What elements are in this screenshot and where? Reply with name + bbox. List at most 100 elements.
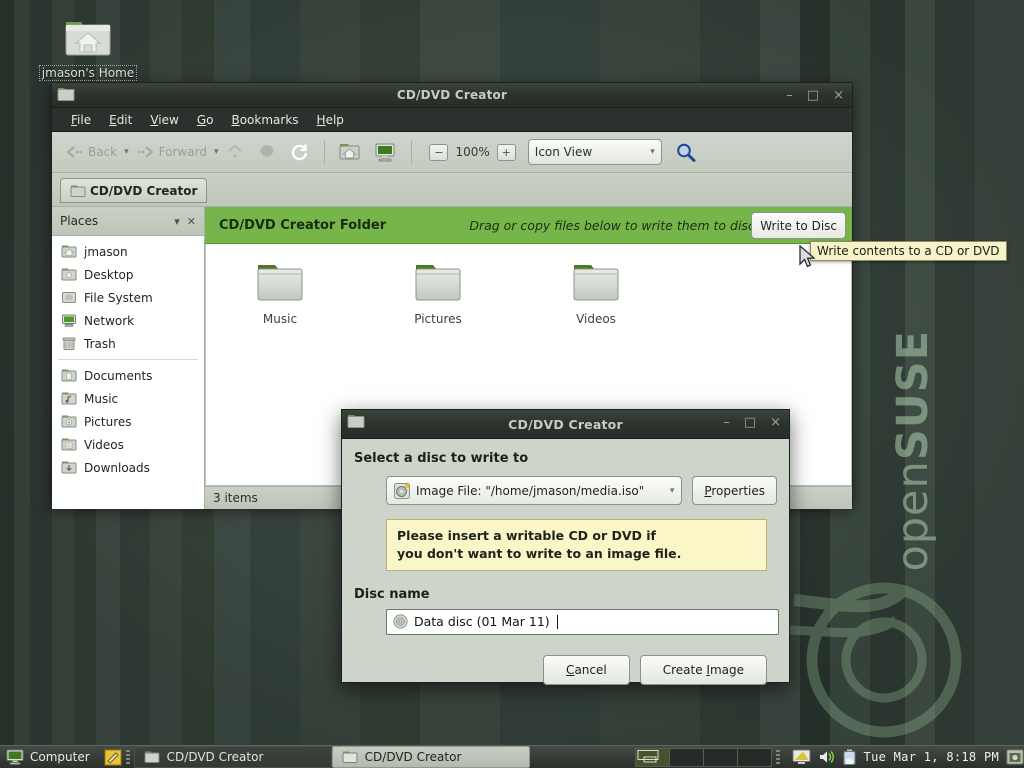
taskbar-clock[interactable]: Tue Mar 1, 8:18 PM — [864, 750, 999, 764]
text-editor-icon[interactable] — [104, 749, 122, 766]
workspace-pager[interactable] — [635, 748, 772, 767]
write-to-disc-button[interactable]: Write to Disc — [751, 212, 846, 239]
sidebar-item-label: Pictures — [84, 415, 132, 429]
folder-icon — [347, 413, 365, 429]
disc-select-value: Image File: "/home/jmason/media.iso" — [416, 484, 664, 498]
workspace-3[interactable] — [704, 749, 738, 766]
create-image-button[interactable]: Create Image — [640, 655, 767, 685]
view-mode-select[interactable]: Icon View ▾ — [528, 139, 662, 165]
taskbar-task-2[interactable]: CD/DVD Creator — [332, 746, 530, 768]
file-item-videos[interactable]: Videos — [550, 262, 642, 326]
sidebar-item-music[interactable]: Music — [52, 387, 204, 410]
wordmark-suse: SUSE — [888, 330, 938, 460]
menu-help[interactable]: Help — [308, 111, 353, 129]
reload-button[interactable] — [284, 139, 315, 166]
workspace-1[interactable] — [636, 749, 670, 766]
workspace-window-preview — [636, 749, 667, 764]
fm-menubar: File Edit View Go Bookmarks Help — [52, 108, 852, 132]
menu-file[interactable]: File — [62, 111, 100, 129]
workspace-4[interactable] — [738, 749, 771, 766]
music-folder-icon — [61, 391, 77, 406]
sidebar-item-videos[interactable]: Videos — [52, 433, 204, 456]
clipboard-icon[interactable] — [1006, 749, 1024, 765]
close-icon[interactable]: ✕ — [187, 215, 196, 228]
sidebar-item-label: Trash — [84, 337, 116, 351]
sidebar-divider — [58, 359, 198, 360]
back-button[interactable]: Back — [60, 141, 122, 163]
back-label: Back — [88, 145, 117, 159]
volume-icon[interactable] — [818, 749, 835, 765]
disc-name-heading: Disc name — [354, 587, 777, 602]
battery-icon[interactable] — [842, 749, 857, 766]
sidebar-item-jmason[interactable]: jmason — [52, 240, 204, 263]
disc-name-input[interactable]: Data disc (01 Mar 11) — [386, 609, 779, 635]
chevron-down-icon: ▾ — [670, 486, 675, 496]
folder-icon — [413, 262, 463, 304]
desktop-icon-home[interactable]: jmason's Home — [38, 14, 138, 81]
sidebar-item-desktop[interactable]: Desktop — [52, 263, 204, 286]
taskbar-task-label: CD/DVD Creator — [365, 750, 462, 764]
dialog-actions: Cancel Create Image — [354, 655, 767, 685]
desktop-folder-icon — [61, 267, 77, 282]
zoom-in-button[interactable]: + — [497, 144, 516, 161]
taskbar: Computer CD/DVD Creator CD/DVD Creator — [0, 745, 1024, 768]
videos-folder-icon — [61, 437, 77, 452]
tray-grip[interactable] — [776, 750, 780, 764]
menu-go[interactable]: Go — [188, 111, 223, 129]
toolbar-separator — [324, 140, 325, 164]
dialog-maximize-button[interactable]: □ — [744, 416, 756, 429]
documents-folder-icon — [61, 368, 77, 383]
sidebar-item-downloads[interactable]: Downloads — [52, 456, 204, 479]
minimize-button[interactable]: – — [786, 89, 793, 102]
workspace-2[interactable] — [670, 749, 704, 766]
sidebar-item-file-system[interactable]: File System — [52, 286, 204, 309]
file-item-pictures[interactable]: Pictures — [392, 262, 484, 326]
fm-titlebar[interactable]: CD/DVD Creator – □ × — [52, 83, 852, 108]
sidebar-item-pictures[interactable]: Pictures — [52, 410, 204, 433]
stop-button[interactable] — [252, 139, 282, 165]
menu-view[interactable]: View — [141, 111, 187, 129]
sidebar-item-documents[interactable]: Documents — [52, 364, 204, 387]
dialog-minimize-button[interactable]: – — [723, 416, 730, 429]
sidebar-header: Places ▾ ✕ — [52, 207, 204, 236]
zoom-control: − 100% + — [429, 144, 515, 161]
cancel-button[interactable]: Cancel — [543, 655, 630, 685]
disc-select[interactable]: Image File: "/home/jmason/media.iso" ▾ — [386, 476, 682, 505]
taskbar-task-1[interactable]: CD/DVD Creator — [134, 746, 332, 768]
home-button[interactable] — [334, 139, 366, 165]
forward-button[interactable]: Forward — [131, 141, 212, 163]
display-icon[interactable] — [792, 749, 811, 766]
sidebar-item-trash[interactable]: Trash — [52, 332, 204, 355]
home-folder-icon — [61, 244, 77, 259]
arrow-right-icon — [136, 144, 155, 160]
computer-button[interactable] — [368, 139, 402, 165]
folder-icon — [57, 86, 75, 102]
file-item-music[interactable]: Music — [234, 262, 326, 326]
properties-button[interactable]: Properties — [692, 476, 777, 505]
chevron-down-icon[interactable]: ▾ — [174, 215, 180, 228]
forward-chevron-down-icon[interactable]: ▾ — [214, 147, 219, 157]
zoom-out-button[interactable]: − — [429, 144, 448, 161]
dialog-close-button[interactable]: × — [770, 416, 781, 429]
dialog-window-controls: – □ × — [723, 410, 781, 434]
downloads-folder-icon — [61, 460, 77, 475]
maximize-button[interactable]: □ — [807, 89, 819, 102]
cd-dvd-creator-dialog: CD/DVD Creator – □ × Select a disc to wr… — [341, 409, 790, 683]
back-chevron-down-icon[interactable]: ▾ — [124, 147, 129, 157]
menu-edit[interactable]: Edit — [100, 111, 141, 129]
sidebar-item-label: File System — [84, 291, 153, 305]
fm-toolbar: Back ▾ Forward ▾ — [52, 132, 852, 173]
taskbar-grip[interactable] — [126, 750, 130, 764]
sidebar-item-label: Downloads — [84, 461, 150, 475]
search-button[interactable] — [670, 139, 701, 166]
sidebar-item-network[interactable]: Network — [52, 309, 204, 332]
dialog-titlebar[interactable]: CD/DVD Creator – □ × — [342, 410, 789, 439]
breadcrumb-cd-dvd-creator[interactable]: CD/DVD Creator — [60, 178, 207, 203]
sidebar-list: jmason Desktop File System Network Trash — [52, 236, 204, 509]
up-button[interactable] — [220, 139, 250, 165]
taskbar-computer-launcher[interactable]: Computer — [0, 749, 96, 765]
menu-bookmarks[interactable]: Bookmarks — [222, 111, 307, 129]
close-button[interactable]: × — [833, 89, 844, 102]
sidebar-item-label: Music — [84, 392, 118, 406]
search-icon — [675, 142, 696, 163]
